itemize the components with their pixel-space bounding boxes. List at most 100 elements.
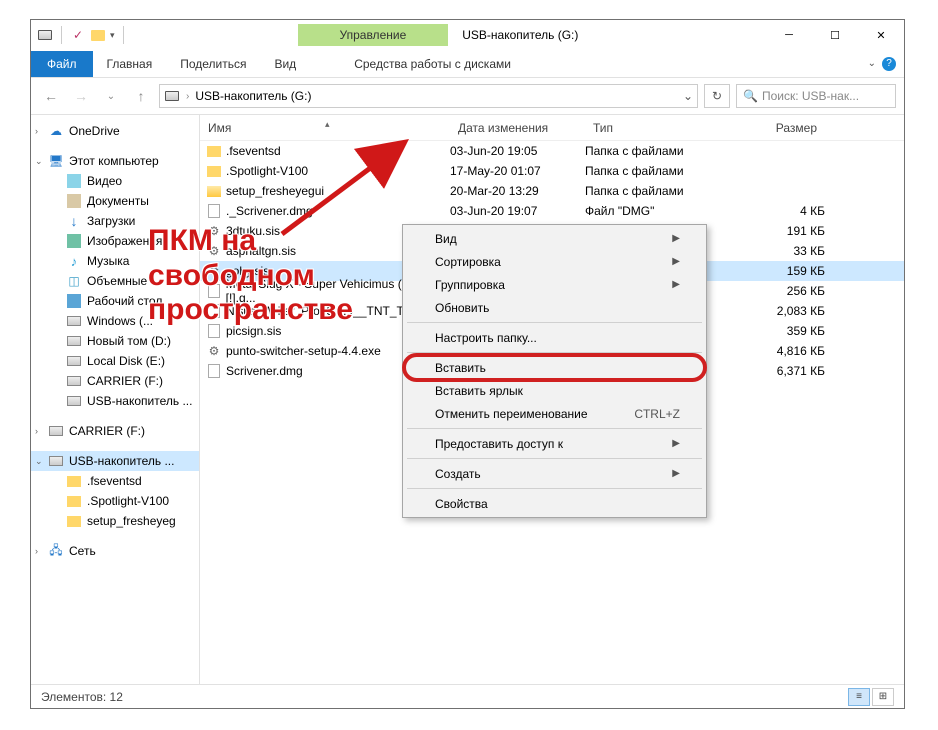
sort-asc-icon: ▴ xyxy=(325,119,330,130)
file-date: 03-Jun-20 19:07 xyxy=(450,204,585,218)
sidebar-item-label: Музыка xyxy=(87,254,129,268)
sidebar-item-onedrive[interactable]: ›☁OneDrive xyxy=(31,121,199,141)
download-icon: ↓ xyxy=(67,214,81,228)
breadcrumb-segment[interactable]: USB-накопитель (G:) xyxy=(195,89,311,103)
ctx-paste[interactable]: Вставить xyxy=(405,356,704,379)
ctx-properties[interactable]: Свойства xyxy=(405,492,704,515)
sidebar-item-label: Новый том (D:) xyxy=(87,334,171,348)
file-size: 159 КБ xyxy=(725,264,825,278)
sidebar-item-drive-e[interactable]: Local Disk (E:) xyxy=(31,351,199,371)
sidebar-item-label: .fseventsd xyxy=(87,474,142,488)
context-menu: Вид▶ Сортировка▶ Группировка▶ Обновить Н… xyxy=(402,224,707,518)
sidebar-item-folder[interactable]: setup_fresheyeg xyxy=(31,511,199,531)
sidebar-item-folder[interactable]: .Spotlight-V100 xyxy=(31,491,199,511)
qat-dropdown-icon[interactable]: ▾ xyxy=(110,30,115,41)
minimize-button[interactable]: ─ xyxy=(766,20,812,50)
submenu-arrow-icon: ▶ xyxy=(672,233,680,244)
address-bar[interactable]: › USB-накопитель (G:) ⌄ xyxy=(159,84,698,108)
home-tab[interactable]: Главная xyxy=(93,51,167,77)
sidebar-item-label: setup_fresheyeg xyxy=(87,514,176,528)
sidebar-item-usb-drive[interactable]: ⌄USB-накопитель ... xyxy=(31,451,199,471)
ctx-group[interactable]: Группировка▶ xyxy=(405,273,704,296)
column-type[interactable]: Тип xyxy=(585,121,725,135)
file-name: .fseventsd xyxy=(226,144,281,158)
sidebar-item-network[interactable]: ›🖧Сеть xyxy=(31,541,199,561)
up-button[interactable]: ↑ xyxy=(129,84,153,108)
ctx-paste-shortcut[interactable]: Вставить ярлык xyxy=(405,379,704,402)
ctx-sort[interactable]: Сортировка▶ xyxy=(405,250,704,273)
ctx-new[interactable]: Создать▶ xyxy=(405,462,704,485)
share-tab[interactable]: Поделиться xyxy=(166,51,260,77)
refresh-button[interactable]: ↻ xyxy=(704,84,730,108)
item-count: Элементов: 12 xyxy=(41,690,123,704)
properties-icon[interactable]: ✓ xyxy=(70,27,86,43)
separator xyxy=(123,26,124,44)
expand-icon[interactable]: › xyxy=(35,126,45,136)
search-input[interactable]: 🔍 Поиск: USB-нак... xyxy=(736,84,896,108)
sidebar-item-drive-g[interactable]: USB-накопитель ... xyxy=(31,391,199,411)
sidebar-item-label: .Spotlight-V100 xyxy=(87,494,169,508)
music-icon: ♪ xyxy=(67,254,81,268)
ctx-view[interactable]: Вид▶ xyxy=(405,227,704,250)
file-size: 256 КБ xyxy=(725,284,825,298)
navigation-pane[interactable]: ›☁OneDrive ⌄🖥Этот компьютер Видео Докуме… xyxy=(31,115,200,684)
file-tab[interactable]: Файл xyxy=(31,51,93,77)
cloud-icon: ☁ xyxy=(49,124,63,138)
address-dropdown-icon[interactable]: ⌄ xyxy=(683,89,693,103)
forward-button[interactable]: → xyxy=(69,84,93,108)
drive-icon xyxy=(67,334,81,348)
window-title: USB-накопитель (G:) xyxy=(462,28,578,42)
titlebar: ✓ ▾ Управление USB-накопитель (G:) ─ ☐ ✕ xyxy=(31,20,904,50)
window-controls: ─ ☐ ✕ xyxy=(766,20,904,50)
collapse-icon[interactable]: ⌄ xyxy=(35,456,45,467)
ctx-refresh[interactable]: Обновить xyxy=(405,296,704,319)
sidebar-item-label: Видео xyxy=(87,174,122,188)
file-type: Папка с файлами xyxy=(585,164,725,178)
expand-ribbon-icon[interactable]: ⌄ xyxy=(868,58,876,69)
folder-icon xyxy=(67,474,81,488)
separator xyxy=(407,428,702,429)
ctx-share-access[interactable]: Предоставить доступ к▶ xyxy=(405,432,704,455)
exe-icon xyxy=(206,343,222,359)
column-size[interactable]: Размер xyxy=(725,121,825,135)
sidebar-item-videos[interactable]: Видео xyxy=(31,171,199,191)
drive-icon xyxy=(67,374,81,388)
maximize-button[interactable]: ☐ xyxy=(812,20,858,50)
sidebar-item-carrier-f[interactable]: ›CARRIER (F:) xyxy=(31,421,199,441)
thumbnails-view-button[interactable]: ⊞ xyxy=(872,688,894,706)
help-icon[interactable]: ? xyxy=(882,57,896,71)
sidebar-item-drive-f[interactable]: CARRIER (F:) xyxy=(31,371,199,391)
drive-tools-tab[interactable]: Средства работы с дисками xyxy=(340,51,525,77)
file-icon xyxy=(206,363,222,379)
file-size: 359 КБ xyxy=(725,324,825,338)
sidebar-item-label: Этот компьютер xyxy=(69,154,159,168)
sidebar-item-drive-d[interactable]: Новый том (D:) xyxy=(31,331,199,351)
column-date[interactable]: Дата изменения xyxy=(450,121,585,135)
file-name: punto-switcher-setup-4.4.exe xyxy=(226,344,381,358)
ctx-undo-rename[interactable]: Отменить переименованиеCTRL+Z xyxy=(405,402,704,425)
file-size: 33 КБ xyxy=(725,244,825,258)
breadcrumb-chevron-icon[interactable]: › xyxy=(186,91,189,102)
recent-dropdown-icon[interactable]: ⌄ xyxy=(99,84,123,108)
separator xyxy=(61,26,62,44)
view-mode-buttons: ≡ ⊞ xyxy=(848,688,894,706)
ctx-customize-folder[interactable]: Настроить папку... xyxy=(405,326,704,349)
expand-icon[interactable]: › xyxy=(35,546,45,556)
collapse-icon[interactable]: ⌄ xyxy=(35,156,45,167)
file-date: 03-Jun-20 19:05 xyxy=(450,144,585,158)
expand-icon[interactable]: › xyxy=(35,426,45,436)
folder-icon xyxy=(206,163,222,179)
sidebar-item-documents[interactable]: Документы xyxy=(31,191,199,211)
view-tab[interactable]: Вид xyxy=(260,51,310,77)
sidebar-item-this-pc[interactable]: ⌄🖥Этот компьютер xyxy=(31,151,199,171)
manage-contextual-tab[interactable]: Управление xyxy=(298,24,449,46)
new-folder-icon[interactable] xyxy=(90,27,106,43)
back-button[interactable]: ← xyxy=(39,84,63,108)
separator xyxy=(407,488,702,489)
close-button[interactable]: ✕ xyxy=(858,20,904,50)
details-view-button[interactable]: ≡ xyxy=(848,688,870,706)
separator xyxy=(407,352,702,353)
video-icon xyxy=(67,174,81,188)
sidebar-item-folder[interactable]: .fseventsd xyxy=(31,471,199,491)
folder-icon xyxy=(67,494,81,508)
